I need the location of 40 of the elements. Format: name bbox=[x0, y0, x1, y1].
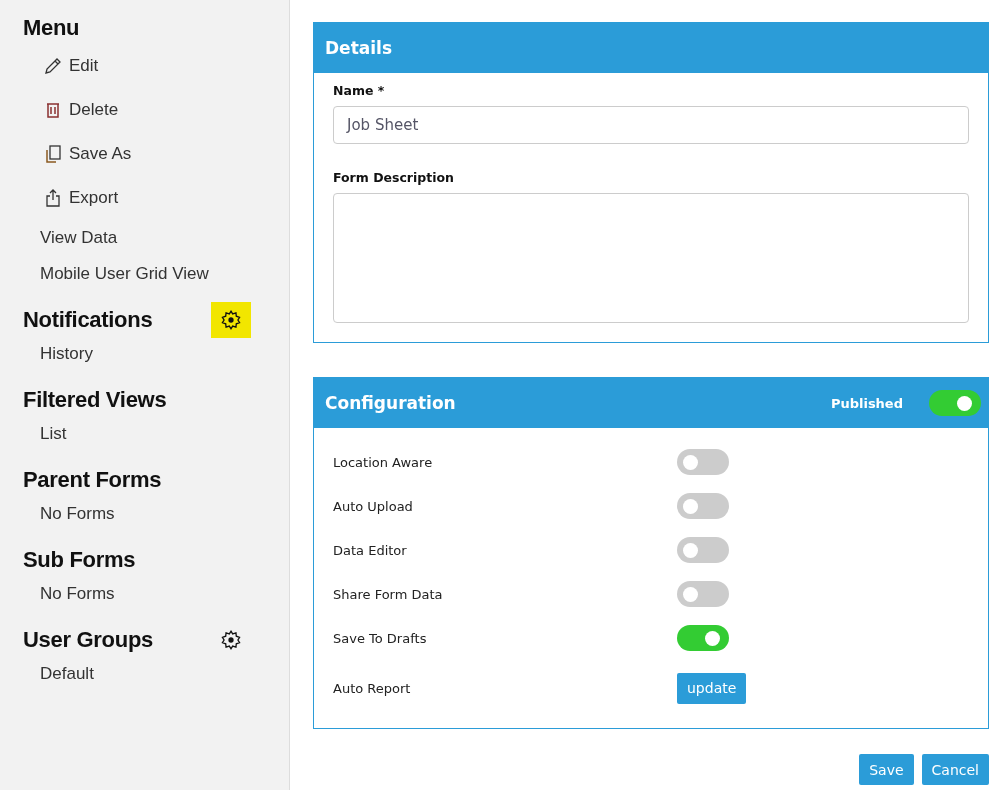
setting-label: Location Aware bbox=[333, 454, 434, 470]
section-heading: Filtered Views bbox=[23, 387, 168, 413]
toggle-switch[interactable] bbox=[677, 449, 729, 475]
toggle-label: Published bbox=[830, 395, 903, 411]
toggle-switch[interactable] bbox=[677, 537, 729, 563]
copy-icon bbox=[43, 144, 63, 164]
section-heading: Menu bbox=[23, 15, 81, 41]
menu-link[interactable]: Export bbox=[69, 188, 119, 208]
setting-label: Auto Upload bbox=[333, 498, 414, 514]
menu-link[interactable]: Default bbox=[40, 664, 94, 684]
toggle-switch[interactable] bbox=[677, 493, 729, 519]
section-heading: Parent Forms bbox=[23, 467, 163, 493]
name-field[interactable]: Job Sheet bbox=[333, 106, 969, 144]
setting-label: Auto Report bbox=[333, 680, 412, 696]
menu-link[interactable]: History bbox=[40, 344, 93, 364]
menu-link[interactable]: No Forms bbox=[40, 504, 115, 524]
panel-title: Configuration bbox=[325, 393, 457, 413]
setting-label: Data Editor bbox=[333, 542, 408, 558]
menu-link[interactable]: Edit bbox=[69, 56, 99, 76]
section-heading: Notifications bbox=[23, 307, 154, 333]
setting-label: Share Form Data bbox=[333, 586, 444, 602]
pencil-icon bbox=[43, 56, 63, 76]
field-label: Form Description bbox=[333, 170, 455, 185]
toggle-switch[interactable] bbox=[677, 625, 729, 651]
menu-link[interactable]: Mobile User Grid View bbox=[40, 264, 209, 284]
menu-link[interactable]: View Data bbox=[40, 228, 118, 248]
export-icon bbox=[43, 188, 63, 208]
toggle-switch[interactable] bbox=[929, 390, 981, 416]
settings-icon[interactable] bbox=[211, 302, 251, 338]
section-heading: Sub Forms bbox=[23, 547, 137, 573]
menu-link[interactable]: Save As bbox=[69, 144, 132, 164]
toggle-switch[interactable] bbox=[677, 581, 729, 607]
menu-link[interactable]: List bbox=[40, 424, 67, 444]
panel-title: Details bbox=[325, 38, 393, 58]
menu-link[interactable]: Delete bbox=[69, 100, 119, 120]
menu-link[interactable]: No Forms bbox=[40, 584, 115, 604]
setting-label: Save To Drafts bbox=[333, 630, 428, 646]
section-heading: User Groups bbox=[23, 627, 154, 653]
description-field[interactable] bbox=[333, 193, 969, 323]
field-label: Name * bbox=[333, 83, 386, 98]
